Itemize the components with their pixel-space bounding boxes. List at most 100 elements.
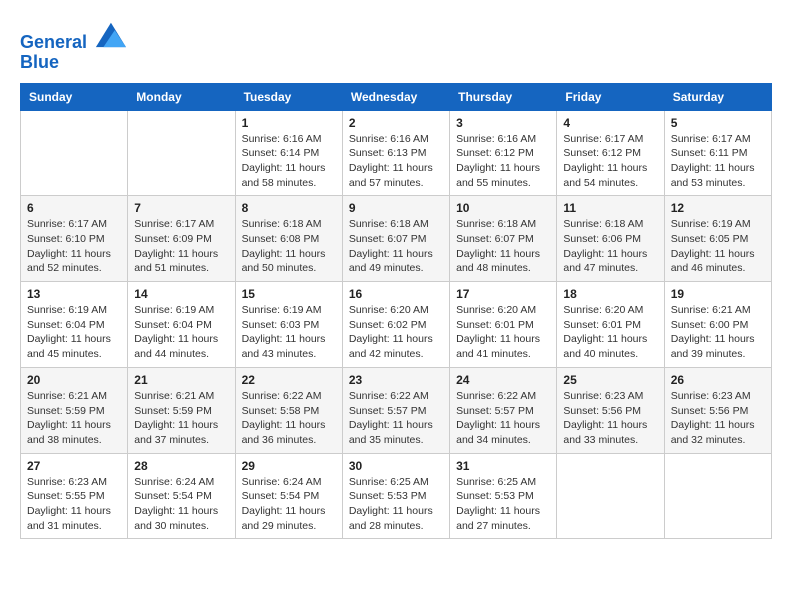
day-info: Sunrise: 6:16 AMSunset: 6:12 PMDaylight:…: [456, 132, 550, 191]
calendar-cell: 7Sunrise: 6:17 AMSunset: 6:09 PMDaylight…: [128, 196, 235, 282]
day-info: Sunrise: 6:19 AMSunset: 6:04 PMDaylight:…: [27, 303, 121, 362]
day-number: 14: [134, 287, 228, 301]
calendar-cell: 24Sunrise: 6:22 AMSunset: 5:57 PMDayligh…: [450, 367, 557, 453]
weekday-friday: Friday: [557, 83, 664, 110]
day-number: 2: [349, 116, 443, 130]
calendar-cell: [128, 110, 235, 196]
day-info: Sunrise: 6:21 AMSunset: 5:59 PMDaylight:…: [134, 389, 228, 448]
day-info: Sunrise: 6:23 AMSunset: 5:56 PMDaylight:…: [563, 389, 657, 448]
calendar-cell: 8Sunrise: 6:18 AMSunset: 6:08 PMDaylight…: [235, 196, 342, 282]
day-info: Sunrise: 6:18 AMSunset: 6:07 PMDaylight:…: [349, 217, 443, 276]
calendar-cell: 1Sunrise: 6:16 AMSunset: 6:14 PMDaylight…: [235, 110, 342, 196]
calendar-cell: 15 Sunrise: 6:19 AMSunset: 6:03 PMDayligh…: [235, 282, 342, 368]
day-info: Sunrise: 6:24 AMSunset: 5:54 PMDaylight:…: [242, 475, 336, 534]
calendar-cell: 29 Sunrise: 6:24 AMSunset: 5:54 PMDayligh…: [235, 453, 342, 539]
day-info: Sunrise: 6:17 AMSunset: 6:09 PMDaylight:…: [134, 217, 228, 276]
day-number: 27: [27, 459, 121, 473]
day-number: 28: [134, 459, 228, 473]
day-number: 16: [349, 287, 443, 301]
day-info: Sunrise: 6:19 AMSunset: 6:03 PMDaylight:…: [242, 303, 336, 362]
day-number: 23: [349, 373, 443, 387]
day-info: Sunrise: 6:17 AMSunset: 6:10 PMDaylight:…: [27, 217, 121, 276]
calendar-week-5: 27 Sunrise: 6:23 AMSunset: 5:55 PMDayligh…: [21, 453, 772, 539]
calendar-cell: 5 Sunrise: 6:17 AMSunset: 6:11 PMDaylight…: [664, 110, 771, 196]
calendar-cell: 10 Sunrise: 6:18 AMSunset: 6:07 PMDayligh…: [450, 196, 557, 282]
calendar-cell: 6 Sunrise: 6:17 AMSunset: 6:10 PMDaylight…: [21, 196, 128, 282]
day-number: 10: [456, 201, 550, 215]
day-number: 15: [242, 287, 336, 301]
day-info: Sunrise: 6:22 AMSunset: 5:58 PMDaylight:…: [242, 389, 336, 448]
calendar-cell: 30 Sunrise: 6:25 AMSunset: 5:53 PMDayligh…: [342, 453, 449, 539]
calendar-cell: 16 Sunrise: 6:20 AMSunset: 6:02 PMDayligh…: [342, 282, 449, 368]
day-info: Sunrise: 6:24 AMSunset: 5:54 PMDaylight:…: [134, 475, 228, 534]
day-number: 21: [134, 373, 228, 387]
weekday-monday: Monday: [128, 83, 235, 110]
day-number: 19: [671, 287, 765, 301]
day-number: 26: [671, 373, 765, 387]
weekday-header-row: SundayMondayTuesdayWednesdayThursdayFrid…: [21, 83, 772, 110]
day-number: 8: [242, 201, 336, 215]
day-number: 31: [456, 459, 550, 473]
day-number: 5: [671, 116, 765, 130]
day-info: Sunrise: 6:21 AMSunset: 6:00 PMDaylight:…: [671, 303, 765, 362]
calendar-cell: 31 Sunrise: 6:25 AMSunset: 5:53 PMDayligh…: [450, 453, 557, 539]
calendar-cell: 3 Sunrise: 6:16 AMSunset: 6:12 PMDaylight…: [450, 110, 557, 196]
calendar-body: 1Sunrise: 6:16 AMSunset: 6:14 PMDaylight…: [21, 110, 772, 539]
calendar-cell: [664, 453, 771, 539]
calendar-cell: 19 Sunrise: 6:21 AMSunset: 6:00 PMDayligh…: [664, 282, 771, 368]
day-info: Sunrise: 6:19 AMSunset: 6:04 PMDaylight:…: [134, 303, 228, 362]
day-number: 12: [671, 201, 765, 215]
day-info: Sunrise: 6:16 AMSunset: 6:13 PMDaylight:…: [349, 132, 443, 191]
calendar-week-3: 13 Sunrise: 6:19 AMSunset: 6:04 PMDayligh…: [21, 282, 772, 368]
page-header: General Blue: [20, 20, 772, 73]
calendar-cell: 17 Sunrise: 6:20 AMSunset: 6:01 PMDayligh…: [450, 282, 557, 368]
logo: General Blue: [20, 20, 126, 73]
calendar-cell: 27 Sunrise: 6:23 AMSunset: 5:55 PMDayligh…: [21, 453, 128, 539]
day-info: Sunrise: 6:25 AMSunset: 5:53 PMDaylight:…: [456, 475, 550, 534]
day-number: 3: [456, 116, 550, 130]
weekday-sunday: Sunday: [21, 83, 128, 110]
logo-icon: [94, 20, 126, 48]
calendar-cell: 26Sunrise: 6:23 AMSunset: 5:56 PMDayligh…: [664, 367, 771, 453]
calendar-cell: 23 Sunrise: 6:22 AMSunset: 5:57 PMDayligh…: [342, 367, 449, 453]
calendar-table: SundayMondayTuesdayWednesdayThursdayFrid…: [20, 83, 772, 540]
calendar-cell: 28 Sunrise: 6:24 AMSunset: 5:54 PMDayligh…: [128, 453, 235, 539]
calendar-cell: 22Sunrise: 6:22 AMSunset: 5:58 PMDayligh…: [235, 367, 342, 453]
day-number: 17: [456, 287, 550, 301]
calendar-cell: 4 Sunrise: 6:17 AMSunset: 6:12 PMDaylight…: [557, 110, 664, 196]
logo-general: General: [20, 32, 87, 52]
day-info: Sunrise: 6:17 AMSunset: 6:11 PMDaylight:…: [671, 132, 765, 191]
calendar-cell: 11Sunrise: 6:18 AMSunset: 6:06 PMDayligh…: [557, 196, 664, 282]
calendar-cell: [557, 453, 664, 539]
day-info: Sunrise: 6:21 AMSunset: 5:59 PMDaylight:…: [27, 389, 121, 448]
day-number: 4: [563, 116, 657, 130]
calendar-cell: 2 Sunrise: 6:16 AMSunset: 6:13 PMDaylight…: [342, 110, 449, 196]
day-info: Sunrise: 6:18 AMSunset: 6:06 PMDaylight:…: [563, 217, 657, 276]
calendar-cell: 9 Sunrise: 6:18 AMSunset: 6:07 PMDaylight…: [342, 196, 449, 282]
calendar-cell: [21, 110, 128, 196]
day-number: 25: [563, 373, 657, 387]
calendar-cell: 20Sunrise: 6:21 AMSunset: 5:59 PMDayligh…: [21, 367, 128, 453]
day-number: 13: [27, 287, 121, 301]
day-info: Sunrise: 6:25 AMSunset: 5:53 PMDaylight:…: [349, 475, 443, 534]
weekday-saturday: Saturday: [664, 83, 771, 110]
day-info: Sunrise: 6:23 AMSunset: 5:55 PMDaylight:…: [27, 475, 121, 534]
calendar-cell: 14 Sunrise: 6:19 AMSunset: 6:04 PMDayligh…: [128, 282, 235, 368]
day-number: 18: [563, 287, 657, 301]
day-number: 9: [349, 201, 443, 215]
day-info: Sunrise: 6:17 AMSunset: 6:12 PMDaylight:…: [563, 132, 657, 191]
weekday-wednesday: Wednesday: [342, 83, 449, 110]
day-number: 29: [242, 459, 336, 473]
day-number: 6: [27, 201, 121, 215]
day-info: Sunrise: 6:16 AMSunset: 6:14 PMDaylight:…: [242, 132, 336, 191]
day-info: Sunrise: 6:22 AMSunset: 5:57 PMDaylight:…: [349, 389, 443, 448]
day-info: Sunrise: 6:18 AMSunset: 6:07 PMDaylight:…: [456, 217, 550, 276]
calendar-cell: 12Sunrise: 6:19 AMSunset: 6:05 PMDayligh…: [664, 196, 771, 282]
day-info: Sunrise: 6:20 AMSunset: 6:01 PMDaylight:…: [456, 303, 550, 362]
calendar-cell: 13 Sunrise: 6:19 AMSunset: 6:04 PMDayligh…: [21, 282, 128, 368]
calendar-week-2: 6 Sunrise: 6:17 AMSunset: 6:10 PMDaylight…: [21, 196, 772, 282]
calendar-week-4: 20Sunrise: 6:21 AMSunset: 5:59 PMDayligh…: [21, 367, 772, 453]
day-number: 30: [349, 459, 443, 473]
calendar-cell: 21 Sunrise: 6:21 AMSunset: 5:59 PMDayligh…: [128, 367, 235, 453]
day-info: Sunrise: 6:20 AMSunset: 6:02 PMDaylight:…: [349, 303, 443, 362]
